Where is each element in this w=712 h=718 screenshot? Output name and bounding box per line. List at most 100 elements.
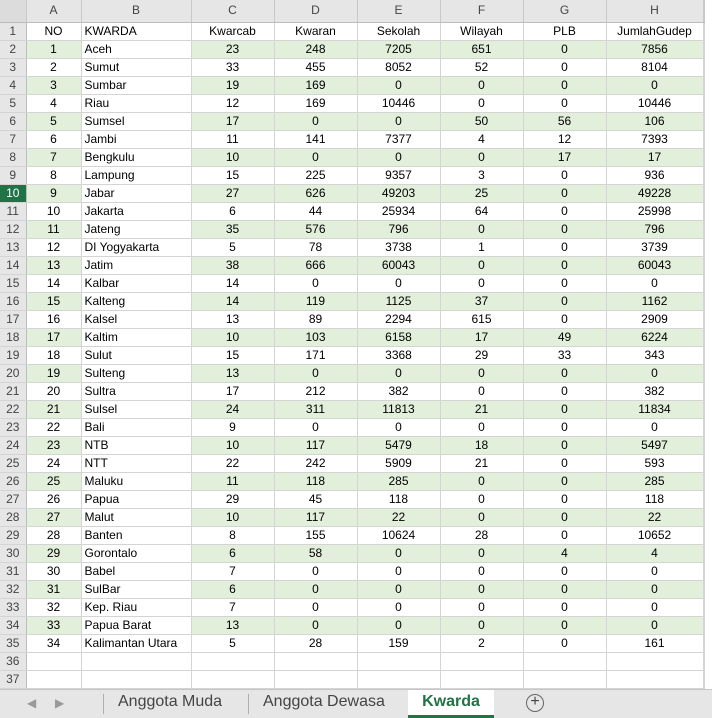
cell[interactable] <box>81 652 192 671</box>
table-row[interactable]: 17 16 Kalsel 13 89 2294 615 0 2909 <box>0 310 705 329</box>
table-row[interactable]: 37 <box>0 670 705 689</box>
cell[interactable]: 169 <box>274 76 358 95</box>
cell[interactable]: 7205 <box>357 40 441 59</box>
cell[interactable]: 382 <box>606 382 704 401</box>
cell[interactable]: 615 <box>440 310 524 329</box>
cell[interactable]: NTB <box>81 436 192 455</box>
cell[interactable]: Sulteng <box>81 364 192 383</box>
row-header[interactable]: 2 <box>0 40 27 59</box>
cell[interactable]: 0 <box>274 274 358 293</box>
cell[interactable]: 22 <box>191 454 275 473</box>
cell[interactable]: 0 <box>357 364 441 383</box>
row-header[interactable]: 26 <box>0 472 27 491</box>
cell[interactable]: 0 <box>523 472 607 491</box>
cell[interactable]: 56 <box>523 112 607 131</box>
cell[interactable]: 0 <box>357 580 441 599</box>
cell[interactable]: 0 <box>606 76 704 95</box>
cell[interactable]: 0 <box>440 472 524 491</box>
cell[interactable]: 14 <box>191 292 275 311</box>
row-header[interactable]: 10 <box>0 184 27 203</box>
cell[interactable]: 27 <box>191 184 275 203</box>
cell[interactable]: 0 <box>440 562 524 581</box>
cell[interactable]: 5 <box>191 238 275 257</box>
cell[interactable]: Sultra <box>81 382 192 401</box>
cell[interactable]: Gorontalo <box>81 544 192 563</box>
cell[interactable]: 14 <box>26 274 82 293</box>
cell[interactable]: 20 <box>26 382 82 401</box>
cell[interactable]: 118 <box>274 472 358 491</box>
cell[interactable]: 103 <box>274 328 358 347</box>
cell[interactable] <box>26 670 82 689</box>
cell[interactable] <box>440 652 524 671</box>
cell[interactable]: 0 <box>523 364 607 383</box>
cell[interactable]: 13 <box>191 364 275 383</box>
cell[interactable]: 25 <box>26 472 82 491</box>
cell[interactable]: 25934 <box>357 202 441 221</box>
cell[interactable]: 0 <box>523 238 607 257</box>
cell[interactable]: 8 <box>191 526 275 545</box>
cell[interactable]: 0 <box>523 274 607 293</box>
cell[interactable]: Bali <box>81 418 192 437</box>
cell[interactable]: 0 <box>357 274 441 293</box>
cell[interactable]: 248 <box>274 40 358 59</box>
cell[interactable]: 26 <box>26 490 82 509</box>
cell[interactable] <box>274 670 358 689</box>
cell[interactable]: 5497 <box>606 436 704 455</box>
table-row[interactable]: 24 23 NTB 10 117 5479 18 0 5497 <box>0 436 705 455</box>
cell[interactable]: 7856 <box>606 40 704 59</box>
cell[interactable]: 0 <box>274 148 358 167</box>
cell[interactable]: 161 <box>606 634 704 653</box>
table-row[interactable]: 19 18 Sulut 15 171 3368 29 33 343 <box>0 346 705 365</box>
cell[interactable]: 285 <box>606 472 704 491</box>
table-row[interactable]: 7 6 Jambi 11 141 7377 4 12 7393 <box>0 130 705 149</box>
cell[interactable]: 29 <box>26 544 82 563</box>
row-header[interactable]: 4 <box>0 76 27 95</box>
cell[interactable]: 651 <box>440 40 524 59</box>
cell[interactable]: 0 <box>440 544 524 563</box>
data-table[interactable]: ABCDEFGH 1 NO KWARDA Kwarcab Kwaran Sekolah Wi… <box>0 0 705 689</box>
cell[interactable]: 4 <box>440 130 524 149</box>
row-header[interactable]: 35 <box>0 634 27 653</box>
cell[interactable]: 0 <box>523 400 607 419</box>
cell[interactable]: 11 <box>26 220 82 239</box>
table-row[interactable]: 32 31 SulBar 6 0 0 0 0 0 <box>0 580 705 599</box>
cell[interactable]: 10 <box>191 508 275 527</box>
cell[interactable]: Wilayah <box>440 22 524 41</box>
cell[interactable]: 22 <box>357 508 441 527</box>
cell[interactable]: 796 <box>357 220 441 239</box>
cell[interactable]: 6 <box>26 130 82 149</box>
cell[interactable]: 50 <box>440 112 524 131</box>
cell[interactable]: 5 <box>191 634 275 653</box>
cell[interactable]: PLB <box>523 22 607 41</box>
cell[interactable]: 7377 <box>357 130 441 149</box>
cell[interactable]: 28 <box>274 634 358 653</box>
cell[interactable]: 0 <box>523 418 607 437</box>
cell[interactable]: 4 <box>523 544 607 563</box>
cell[interactable]: 0 <box>523 184 607 203</box>
row-header[interactable]: 27 <box>0 490 27 509</box>
cell[interactable]: 155 <box>274 526 358 545</box>
cell[interactable] <box>357 670 441 689</box>
cell[interactable]: 5 <box>26 112 82 131</box>
cell[interactable]: 0 <box>440 616 524 635</box>
cell[interactable]: 64 <box>440 202 524 221</box>
cell[interactable]: 52 <box>440 58 524 77</box>
table-row[interactable]: 8 7 Bengkulu 10 0 0 0 17 17 <box>0 148 705 167</box>
cell[interactable]: 18 <box>440 436 524 455</box>
cell[interactable]: 17 <box>26 328 82 347</box>
cell[interactable]: 2294 <box>357 310 441 329</box>
cell[interactable] <box>191 670 275 689</box>
table-row[interactable]: 29 28 Banten 8 155 10624 28 0 10652 <box>0 526 705 545</box>
cell[interactable]: Babel <box>81 562 192 581</box>
cell[interactable]: 0 <box>523 166 607 185</box>
cell[interactable]: 7 <box>191 562 275 581</box>
cell[interactable] <box>440 670 524 689</box>
cell[interactable]: Banten <box>81 526 192 545</box>
cell[interactable]: 0 <box>357 544 441 563</box>
cell[interactable]: 34 <box>26 634 82 653</box>
cell[interactable]: Kwarcab <box>191 22 275 41</box>
cell[interactable]: 1 <box>26 40 82 59</box>
cell[interactable]: 0 <box>523 526 607 545</box>
cell[interactable]: Kaltim <box>81 328 192 347</box>
cell[interactable]: Kalbar <box>81 274 192 293</box>
